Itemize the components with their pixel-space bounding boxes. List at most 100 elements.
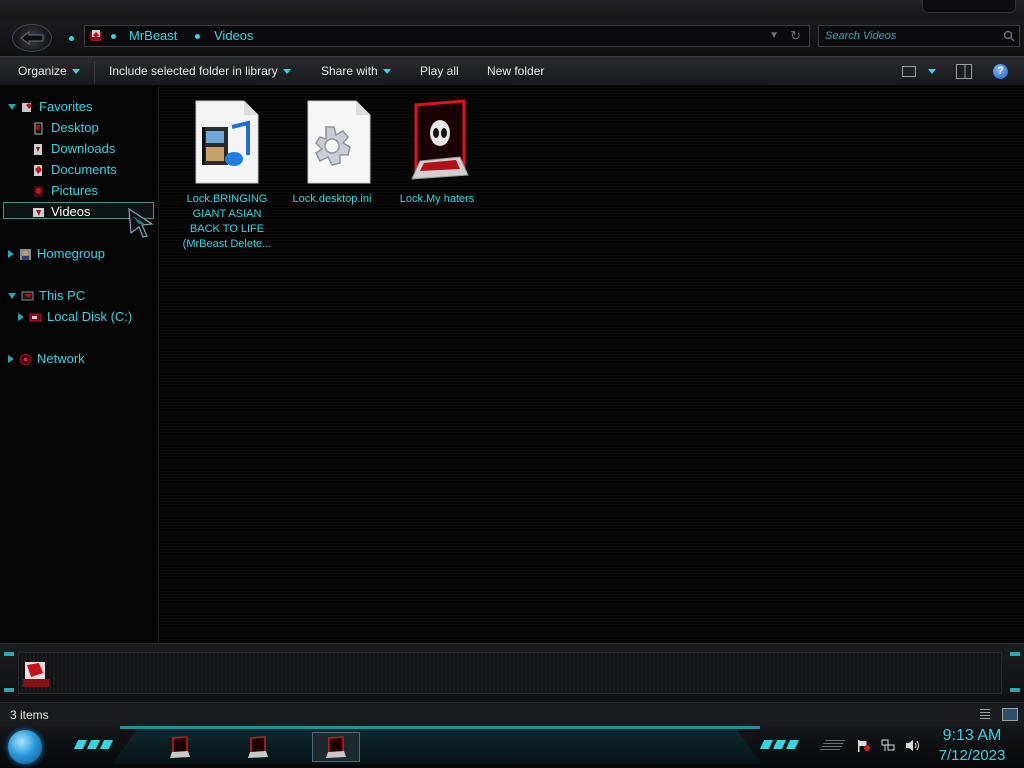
decorative-accent [1010,688,1020,692]
clock-date[interactable]: 7/12/2023 [934,747,1010,764]
sidebar-item-local-disk[interactable]: Local Disk (C:) [18,309,132,325]
status-bar: 3 items [0,702,1024,727]
taskbar-app-explorer[interactable] [312,732,360,762]
window-controls-notch[interactable] [922,0,1016,13]
sidebar-item-homegroup[interactable]: Homegroup [8,246,105,262]
play-all-button[interactable]: Play all [420,64,459,78]
details-content [18,652,1002,694]
details-pane [0,643,1024,703]
help-icon[interactable]: ? [993,64,1008,79]
forward-button[interactable] [66,33,76,43]
navigation-pane[interactable]: Favorites Desktop Downloads Documents Pi… [0,87,159,643]
chevron-down-icon [382,68,391,74]
star-icon [22,102,32,112]
file-item-video[interactable]: Lock.BRINGING GIANT ASIAN BACK TO LIFE (… [175,99,279,252]
toolbar-divider [94,61,95,83]
homegroup-icon [20,248,31,260]
sidebar-item-label: Documents [51,162,117,177]
expand-arrow-icon[interactable] [8,355,14,363]
sidebar-item-videos[interactable]: Videos [32,204,91,220]
taskbar-app-2[interactable] [234,732,282,762]
sidebar-item-pictures[interactable]: Pictures [32,183,98,199]
history-dropdown-icon[interactable]: ▼ [769,30,779,41]
organize-button[interactable]: Organize [18,64,80,78]
action-center-flag-icon[interactable] [857,740,871,752]
details-view-icon[interactable] [980,709,990,720]
navigation-row: MrBeast Videos ▼ ↻ Search Videos [0,20,1024,56]
taskbar-trough [112,728,762,764]
breadcrumb-videos[interactable]: Videos [214,28,254,44]
refresh-icon[interactable]: ↻ [790,28,801,44]
play-all-label: Play all [420,64,459,78]
breadcrumb-separator [193,32,201,40]
expand-arrow-icon[interactable] [8,250,14,258]
clock-time[interactable]: 9:13 AM [934,727,1010,745]
item-count: 3 items [10,708,49,722]
start-button[interactable] [8,730,42,764]
back-button[interactable] [12,24,52,52]
alien-folder-icon [411,99,469,180]
sidebar-item-this-pc[interactable]: This PC [8,288,85,304]
sidebar-item-favorites[interactable]: Favorites [8,99,92,115]
volume-icon[interactable] [905,739,920,752]
search-placeholder: Search Videos [825,30,897,42]
share-with-button[interactable]: Share with [321,64,391,78]
expand-arrow-icon[interactable] [18,313,24,321]
expand-arrow-icon[interactable] [8,104,16,110]
preview-pane-icon[interactable] [956,64,972,79]
sidebar-item-label: Network [37,351,85,366]
change-view-icon[interactable] [902,66,916,77]
chevron-icon [785,740,800,749]
sidebar-item-label: Desktop [51,120,99,135]
alien-app-icon [326,736,346,758]
folder-icon [90,30,102,41]
decorative-accent [4,652,14,656]
expand-arrow-icon[interactable] [8,293,16,299]
chevron-down-icon [71,68,80,74]
file-name-line: BACK TO LIFE [189,223,265,235]
sidebar-item-label: Favorites [39,99,93,114]
drive-icon [29,313,42,321]
chevron-icon [772,740,787,749]
taskbar-app-1[interactable] [156,732,204,762]
sidebar-item-label: Pictures [51,183,98,198]
downloads-icon [34,143,42,155]
decorative-accent [1010,652,1020,656]
folder-preview-icon [23,662,49,687]
search-input[interactable]: Search Videos [818,25,1020,47]
chevron-icon [73,740,88,749]
mouse-pointer-icon [128,208,154,238]
include-in-library-button[interactable]: Include selected folder in library [109,64,291,78]
file-name-line: (MrBeast Delete... [182,238,272,250]
chevron-down-icon [282,68,291,74]
window-title-bar[interactable] [0,0,1024,21]
network-status-icon[interactable] [881,739,895,752]
sidebar-item-label: This PC [39,288,86,303]
include-in-library-label: Include selected folder in library [109,64,278,78]
share-with-label: Share with [321,64,378,78]
file-name-line: Lock.BRINGING [186,193,268,205]
sidebar-item-desktop[interactable]: Desktop [32,120,99,136]
back-arrow-icon [20,31,44,45]
organize-label: Organize [18,64,67,78]
videos-icon [33,207,44,217]
sidebar-item-network[interactable]: Network [8,351,85,367]
sidebar-item-documents[interactable]: Documents [32,162,117,178]
search-icon[interactable] [1003,30,1015,42]
view-options-chevron-icon[interactable] [928,69,936,74]
large-icons-view-icon[interactable] [1002,708,1018,721]
show-hidden-icons[interactable] [818,740,846,752]
breadcrumb-mrbeast[interactable]: MrBeast [129,28,177,44]
documents-icon [34,164,42,176]
pictures-icon [34,185,43,197]
file-list-pane[interactable]: Lock.BRINGING GIANT ASIAN BACK TO LIFE (… [159,87,1024,643]
file-item-my-haters[interactable]: Lock.My haters [385,99,489,207]
new-folder-button[interactable]: New folder [487,64,544,78]
address-bar[interactable]: MrBeast Videos ▼ ↻ [84,25,810,47]
sidebar-item-label: Downloads [51,141,116,156]
taskbar: 9:13 AM 7/12/2023 [0,726,1024,768]
chevron-icon [86,740,101,749]
sidebar-item-downloads[interactable]: Downloads [32,141,115,157]
file-name-line: Lock.My haters [399,193,475,205]
file-item-desktop-ini[interactable]: Lock.desktop.ini [280,99,384,207]
